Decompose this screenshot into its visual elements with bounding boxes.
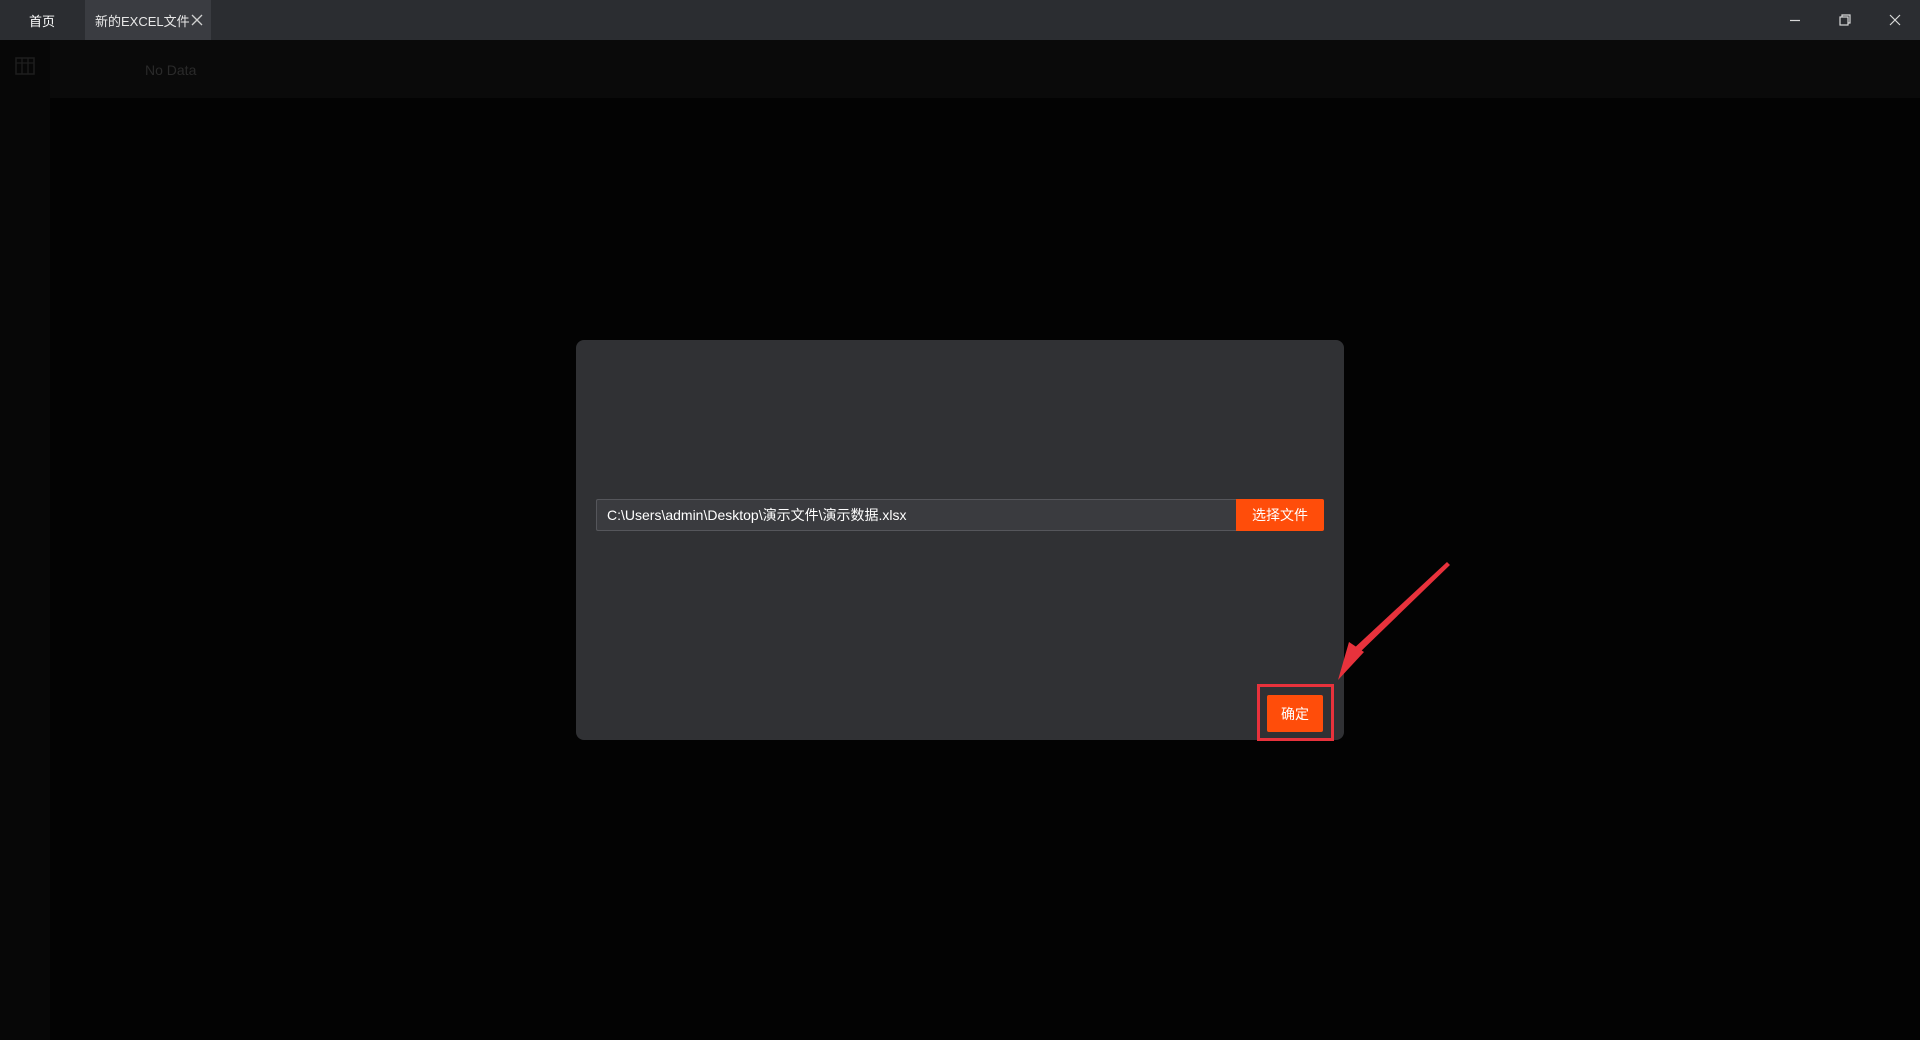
tab-close-icon[interactable] xyxy=(189,12,205,28)
choose-file-button[interactable]: 选择文件 xyxy=(1236,499,1324,531)
content-header-strip xyxy=(50,40,1920,98)
tab-new-excel-file-label: 新的EXCEL文件 xyxy=(95,13,190,29)
no-data-text: No Data xyxy=(145,62,197,78)
title-bar: 首页 新的EXCEL文件 xyxy=(0,0,1920,40)
tab-new-excel-file[interactable]: 新的EXCEL文件 xyxy=(85,0,211,40)
minimize-icon xyxy=(1790,19,1800,22)
app-window: 首页 新的EXCEL文件 No Data C:\Users\admin\Desk… xyxy=(0,0,1920,1040)
tab-home-label: 首页 xyxy=(28,13,55,29)
minimize-button[interactable] xyxy=(1770,0,1820,40)
table-icon xyxy=(14,55,36,77)
confirm-highlight-box xyxy=(1257,684,1334,741)
file-path-input[interactable] xyxy=(596,499,1236,531)
pointer-arrow-icon xyxy=(1338,562,1450,680)
left-rail xyxy=(0,40,50,1040)
file-import-dialog: 选择文件 确定 xyxy=(576,340,1344,740)
restore-button[interactable] xyxy=(1820,0,1870,40)
restore-icon xyxy=(1839,14,1851,26)
close-icon xyxy=(1889,14,1901,26)
window-close-button[interactable] xyxy=(1870,0,1920,40)
tab-home[interactable]: 首页 xyxy=(0,0,84,40)
